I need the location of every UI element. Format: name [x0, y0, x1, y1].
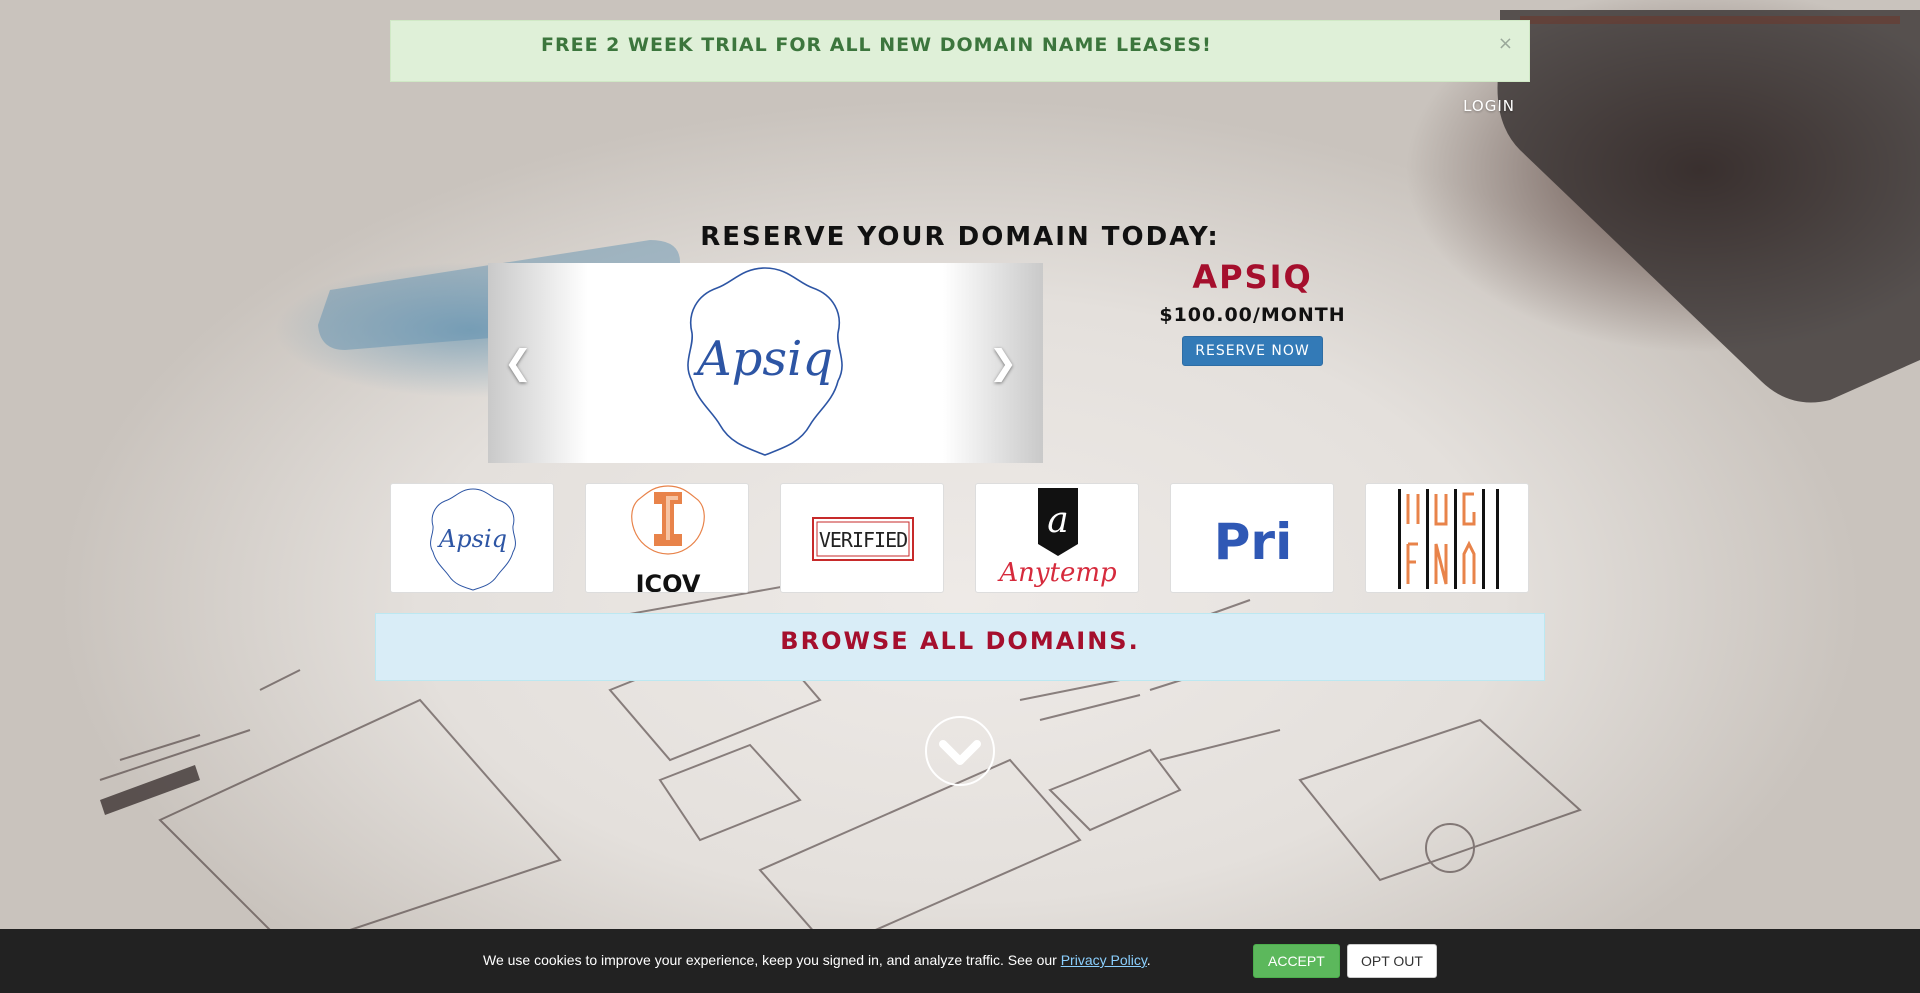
thumbnail-strip: Apsiq ICOV VERIFIED a Anytemp Pri: [390, 483, 1530, 593]
carousel-logo-text: Apsiq: [693, 331, 833, 387]
close-icon[interactable]: ×: [1498, 33, 1513, 54]
featured-domain: APSIQ $100.00/MONTH RESERVE NOW: [1100, 258, 1405, 366]
promo-text: FREE 2 WEEK TRIAL FOR ALL NEW DOMAIN NAM…: [541, 34, 1212, 56]
reserve-now-button[interactable]: RESERVE NOW: [1182, 336, 1323, 366]
svg-text:Apsiq: Apsiq: [437, 525, 507, 553]
svg-text:Anytemp: Anytemp: [997, 558, 1117, 588]
chevron-right-icon[interactable]: ❯: [983, 343, 1023, 383]
domain-name: APSIQ: [1192, 258, 1313, 296]
chevron-left-icon[interactable]: ❮: [498, 343, 538, 383]
accept-cookies-button[interactable]: ACCEPT: [1253, 944, 1340, 978]
thumbnail-anytemp[interactable]: a Anytemp: [975, 483, 1139, 593]
thumbnail-pri[interactable]: Pri: [1170, 483, 1334, 593]
carousel-logo-apsiq: Apsiq: [687, 267, 843, 456]
opt-out-button[interactable]: OPT OUT: [1347, 944, 1437, 978]
privacy-policy-link[interactable]: Privacy Policy: [1061, 952, 1147, 968]
thumbnail-apsiq[interactable]: Apsiq: [390, 483, 554, 593]
page-title: RESERVE YOUR DOMAIN TODAY:: [700, 222, 1220, 252]
promo-banner: FREE 2 WEEK TRIAL FOR ALL NEW DOMAIN NAM…: [390, 20, 1530, 82]
domain-price: $100.00/MONTH: [1159, 304, 1346, 326]
browse-all-label: BROWSE ALL DOMAINS.: [780, 627, 1140, 655]
svg-text:Pri: Pri: [1214, 513, 1292, 571]
thumbnail-icov[interactable]: ICOV: [585, 483, 749, 593]
chevron-down-circle-icon[interactable]: [925, 716, 995, 786]
browse-all-domains-link[interactable]: BROWSE ALL DOMAINS.: [375, 613, 1545, 681]
thumbnail-vugfma[interactable]: [1365, 483, 1529, 593]
login-link[interactable]: LOGIN: [1463, 97, 1515, 115]
cookie-consent-bar: We use cookies to improve your experienc…: [0, 929, 1920, 993]
svg-text:a: a: [1047, 500, 1068, 541]
thumbnail-verified[interactable]: VERIFIED: [780, 483, 944, 593]
domain-carousel: Apsiq ❮ ❯: [488, 263, 1043, 463]
svg-text:VERIFIED: VERIFIED: [819, 528, 907, 552]
cookie-message: We use cookies to improve your experienc…: [483, 952, 1151, 968]
svg-text:ICOV: ICOV: [636, 570, 701, 593]
